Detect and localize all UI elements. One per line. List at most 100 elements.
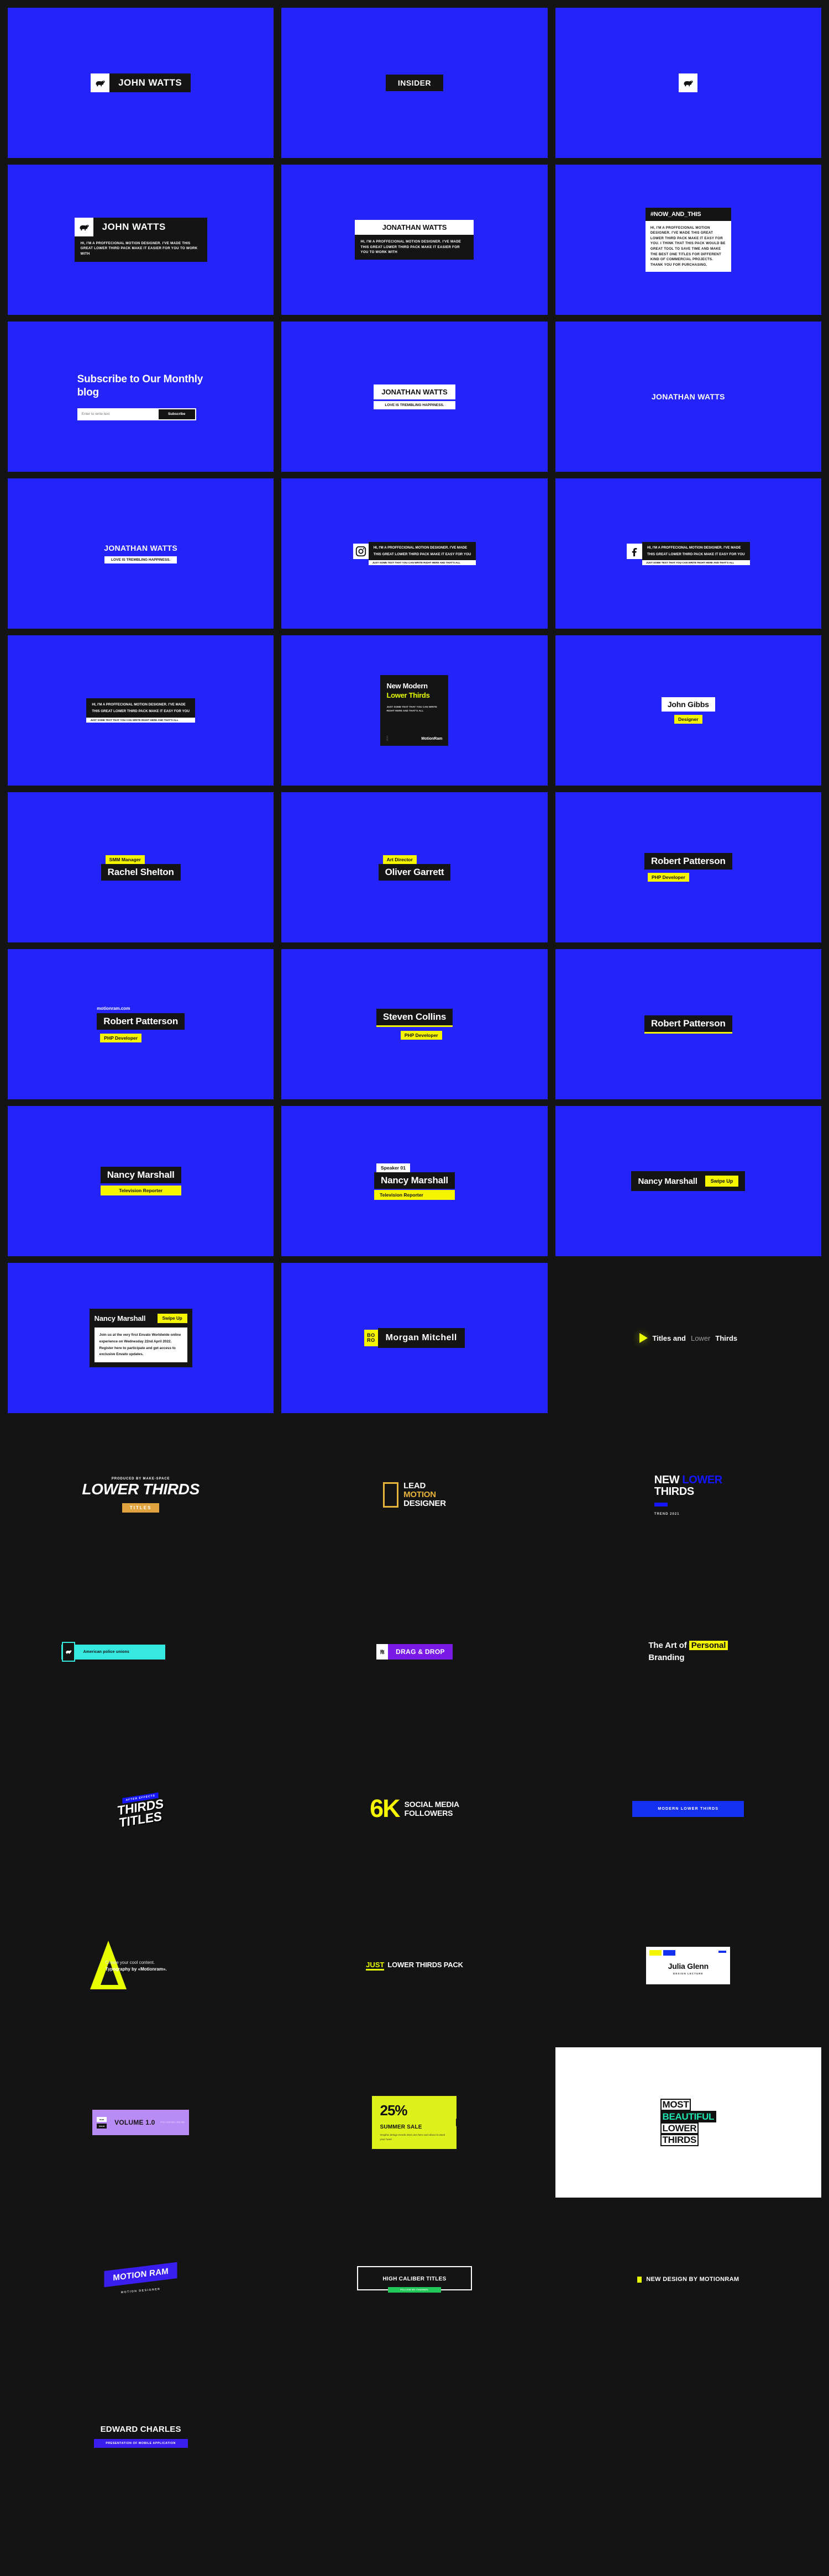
preview-card-nancy-swipe[interactable]: Nancy Marshall Swipe Up (555, 1106, 821, 1256)
preview-card-thirds-titles[interactable]: AFTER EFFECTS THIRDS TITLES (8, 1734, 274, 1884)
preview-card-robert-patterson-b[interactable]: Robert Patterson (555, 949, 821, 1099)
preview-card-nancy-speaker[interactable]: Speaker 01 Nancy Marshall Television Rep… (281, 1106, 548, 1256)
preview-card-morgan-mitchell[interactable]: BO RO Morgan Mitchell (281, 1263, 548, 1413)
follow-channel-button[interactable]: FOLLOW MY CHANNEL (387, 2287, 441, 2293)
preview-card-robert-patterson-url[interactable]: motionram.com Robert Patterson PHP Devel… (8, 949, 274, 1099)
preview-card-lower-thirds-titles[interactable]: PRODUCED BY MAKE-SPACE LOWER THIRDS TITL… (8, 1420, 274, 1570)
swipe-up-button[interactable]: Swipe Up (157, 1313, 187, 1323)
preview-card-john-watts-bio[interactable]: JOHN WATTS HI, I'M A PROFFECIONAL MOTION… (8, 165, 274, 315)
preview-card-jonathan-underline[interactable]: JONATHAN WATTS LOVE IS TREMBLING HAPPINE… (8, 478, 274, 629)
preview-card-new-lower-thirds[interactable]: NEW LOWER THIRDS TREND 2021 (555, 1420, 821, 1570)
poster-side-label: 2021 (386, 735, 389, 741)
preview-card-facebook[interactable]: HI, I'M A PROFFECIONAL MOTION DESIGNER. … (555, 478, 821, 629)
lower-third-block: JUST LOWER THIRDS PACK (366, 1961, 463, 1971)
follower-count: 6K (370, 1794, 401, 1822)
preview-card-nancy-announcement[interactable]: Nancy Marshall Swipe Up Join us at the v… (8, 1263, 274, 1413)
preview-card-modern-button[interactable]: MODERN LOWER THIRDS (555, 1734, 821, 1884)
preview-card-followers[interactable]: 6K SOCIAL MEDIA FOLLOWERS (281, 1734, 548, 1884)
lower-third-block: Steven Collins PHP Developer (376, 1009, 453, 1040)
lower-third-block: PRODUCED BY MAKE-SPACE LOWER THIRDS TITL… (82, 1477, 200, 1513)
lower-third-bar: BO RO Morgan Mitchell (364, 1328, 465, 1348)
arrow-tip-icon (456, 2119, 461, 2126)
facebook-icon (627, 543, 643, 559)
person-role: Designer (674, 715, 702, 724)
person-role: SMM Manager (105, 855, 145, 864)
preview-card-summer-sale[interactable]: 25% SUMMER SALE Graphic design trends 20… (281, 2047, 548, 2198)
preview-card-now-and-this[interactable]: #NOW_AND_THIS HI, I'M A PROFFECIONAL MOT… (555, 165, 821, 315)
preview-card-robert-patterson-a[interactable]: Robert Patterson PHP Developer (555, 792, 821, 942)
person-role: PHP Developer (647, 873, 689, 882)
email-input[interactable] (78, 409, 159, 419)
preview-card-typography[interactable]: Create your cool content. Typography by … (8, 1890, 274, 2041)
preview-card-just-lower-thirds-pack[interactable]: JUST LOWER THIRDS PACK (281, 1890, 548, 2041)
preview-card-high-caliber-titles[interactable]: HIGH CALIBER TITLES FOLLOW MY CHANNEL (281, 2204, 548, 2354)
accent-dash (654, 1502, 668, 1506)
preview-card-instagram[interactable]: HI, I'M A PROFFECIONAL MOTION DESIGNER. … (281, 478, 548, 629)
sale-heading: SUMMER SALE (380, 2124, 422, 2130)
modern-lower-thirds-button[interactable]: MODERN LOWER THIRDS (632, 1800, 744, 1817)
person-name: Nancy Marshall (100, 1167, 181, 1183)
preview-card-jonathan-tagline[interactable]: JONATHAN WATTS LOVE IS TREMBLING HAPPINE… (281, 322, 548, 472)
word-most: MOST (660, 2099, 691, 2111)
lower-third-block: mon trend VOLUME 1.0 FOLLOW ME LIKE ME (92, 2110, 190, 2135)
person-name: Steven Collins (376, 1009, 453, 1027)
sheep-logo-icon (74, 217, 93, 236)
preview-card-american-police-unions[interactable]: American police unions (8, 1577, 274, 1727)
preview-card-julia-glenn[interactable]: Julia Glenn DESIGN LECTURE (555, 1890, 821, 2041)
social-lower-third: HI, I'M A PROFFECIONAL MOTION DESIGNER. … (353, 541, 476, 566)
hashtag-title: #NOW_AND_THIS (645, 207, 731, 221)
preview-card-logo-only[interactable] (555, 8, 821, 158)
preview-card-most-beautiful[interactable]: MOST BEAUTIFUL LOWER THIRDS (555, 2047, 821, 2198)
lower-thirds-gallery: JOHN WATTS INSIDER JOHN WATTS HI, I'M A … (0, 0, 829, 2511)
title-text: HIGH CALIBER TITLES (382, 2276, 447, 2282)
lower-third-block: Julia Glenn DESIGN LECTURE (646, 1947, 731, 1984)
announcement-text: Join us at the very first Envato Worldwi… (94, 1327, 187, 1363)
volume-title: VOLUME 1.0 (114, 2119, 155, 2126)
preview-card-oliver-garrett[interactable]: Art Director Oliver Garrett (281, 792, 548, 942)
preview-card-nancy-a[interactable]: Nancy Marshall Television Reporter (8, 1106, 274, 1256)
subscribe-form[interactable]: Subscribe (77, 408, 196, 420)
preview-card-art-of-personal-branding[interactable]: The Art of Personal Branding (555, 1577, 821, 1727)
preview-card-edward-charles[interactable]: EDWARD CHARLES PRESENTATION OF MOBILE AP… (8, 2361, 274, 2511)
tagline: LOVE IS TREMBLING HAPPINESS. (374, 401, 455, 409)
preview-card-john-watts-logo[interactable]: JOHN WATTS (8, 8, 274, 158)
preview-card-motion-ram[interactable]: MOTION RAM MOTION DESIGNER (8, 2204, 274, 2354)
boro-logo: BO RO (364, 1329, 378, 1347)
subscribe-button[interactable]: Subscribe (158, 409, 195, 419)
swipe-up-button[interactable]: Swipe Up (705, 1176, 739, 1187)
line-2: MOTION (403, 1489, 436, 1499)
motion-ram-subtitle: MOTION DESIGNER (120, 2287, 161, 2294)
preview-card-jonathan-bio[interactable]: JONATHAN WATTS HI, I'M A PROFFECIONAL MO… (281, 165, 548, 315)
blue-tag-icon (663, 1950, 676, 1956)
preview-card-volume[interactable]: mon trend VOLUME 1.0 FOLLOW ME LIKE ME (8, 2047, 274, 2198)
lower-third-block: 拖 DRAG & DROP (376, 1644, 453, 1660)
yellow-tag-icon (649, 1950, 662, 1956)
social-subtext: JUST SOME TEXT THAT YOU CAN WRITE RIGHT … (86, 718, 195, 723)
preview-card-steven-collins[interactable]: Steven Collins PHP Developer (281, 949, 548, 1099)
preview-card-lead-motion-designer[interactable]: LEAD MOTION DESIGNER (281, 1420, 548, 1570)
preview-card-bio-bar[interactable]: HI, I'M A PROFFECIONAL MOTION DESIGNER. … (8, 635, 274, 786)
person-name: JOHN WATTS (93, 217, 207, 236)
boro-line-2: RO (367, 1337, 375, 1343)
line-2: FOLLOWERS (404, 1809, 453, 1818)
lower-third-block: John Gibbs Designer (661, 697, 715, 724)
preview-card-rachel-shelton[interactable]: SMM Manager Rachel Shelton (8, 792, 274, 942)
preview-card-subscribe[interactable]: Subscribe to Our Monthly blog Subscribe (8, 322, 274, 472)
website-url[interactable]: motionram.com (97, 1006, 185, 1011)
preview-card-jonathan-plain[interactable]: JONATHAN WATTS (555, 322, 821, 472)
subscribe-heading: Subscribe to Our Monthly blog (77, 373, 203, 398)
word-just: JUST (366, 1961, 385, 1971)
lower-third-block: Art Director Oliver Garrett (378, 854, 451, 881)
lower-third-block: MOST BEAUTIFUL LOWER THIRDS (660, 2099, 717, 2146)
preview-card-new-design[interactable]: NEW DESIGN BY MOTIONRAM (555, 2204, 821, 2354)
preview-card-john-gibbs[interactable]: John Gibbs Designer (555, 635, 821, 786)
line-3: DESIGNER (403, 1499, 446, 1509)
speaker-tag: Speaker 01 (376, 1163, 410, 1172)
preview-card-insider[interactable]: INSIDER (281, 8, 548, 158)
social-subtext: JUST SOME TEXT THAT YOU CAN WRITE RIGHT … (368, 560, 476, 566)
preview-card-poster[interactable]: New Modern Lower Thirds JUST SOME TEXT T… (281, 635, 548, 786)
preview-card-drag-drop[interactable]: 拖 DRAG & DROP (281, 1577, 548, 1727)
lower-third-block: JONATHAN WATTS HI, I'M A PROFFECIONAL MO… (355, 220, 474, 260)
person-name: Morgan Mitchell (377, 1328, 465, 1348)
lower-third-block: AFTER EFFECTS THIRDS TITLES (118, 1788, 164, 1830)
